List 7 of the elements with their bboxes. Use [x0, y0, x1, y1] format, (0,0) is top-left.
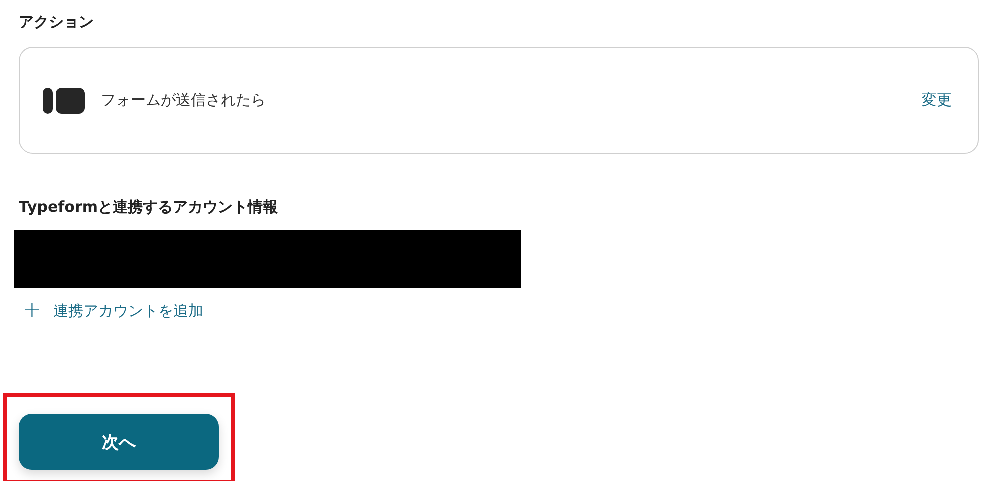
section-heading: Typeformと連携するアカウント情報 [19, 197, 278, 217]
next-button[interactable]: 次へ [19, 414, 219, 470]
app-logo-icon [43, 86, 85, 114]
trigger-label: フォームが送信されたら [101, 91, 267, 110]
change-link[interactable]: 変更 [922, 91, 952, 110]
add-account-link[interactable]: + 連携アカウントを追加 [23, 301, 204, 321]
section-heading: アクション [19, 12, 94, 32]
